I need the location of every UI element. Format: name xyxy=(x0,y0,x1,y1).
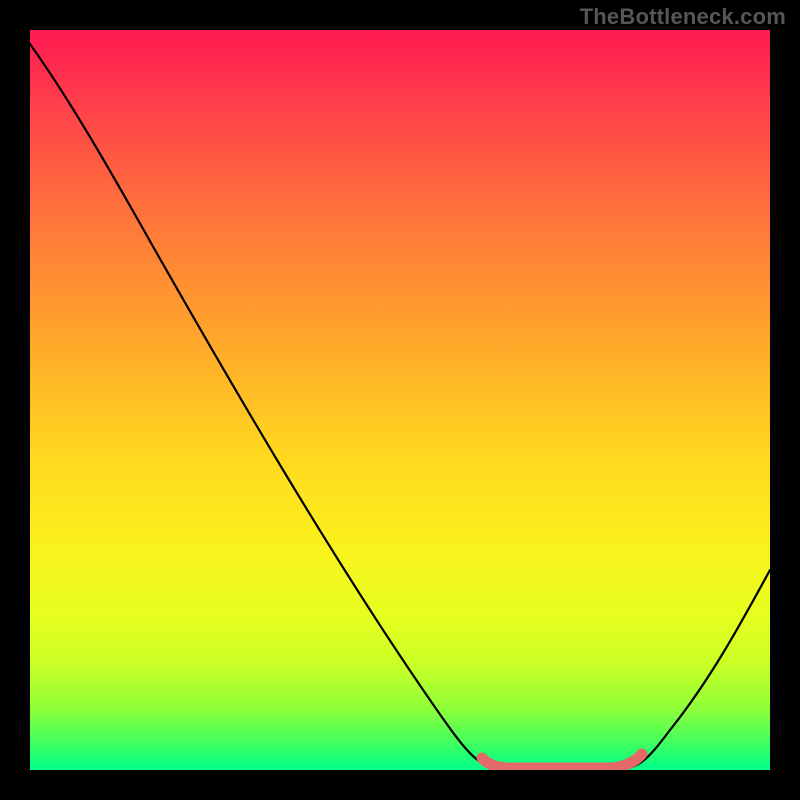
highlight-segment xyxy=(482,754,642,768)
bottleneck-curve xyxy=(30,44,770,770)
curve-svg xyxy=(30,30,770,770)
chart-area xyxy=(30,30,770,770)
watermark-text: TheBottleneck.com xyxy=(580,4,786,30)
